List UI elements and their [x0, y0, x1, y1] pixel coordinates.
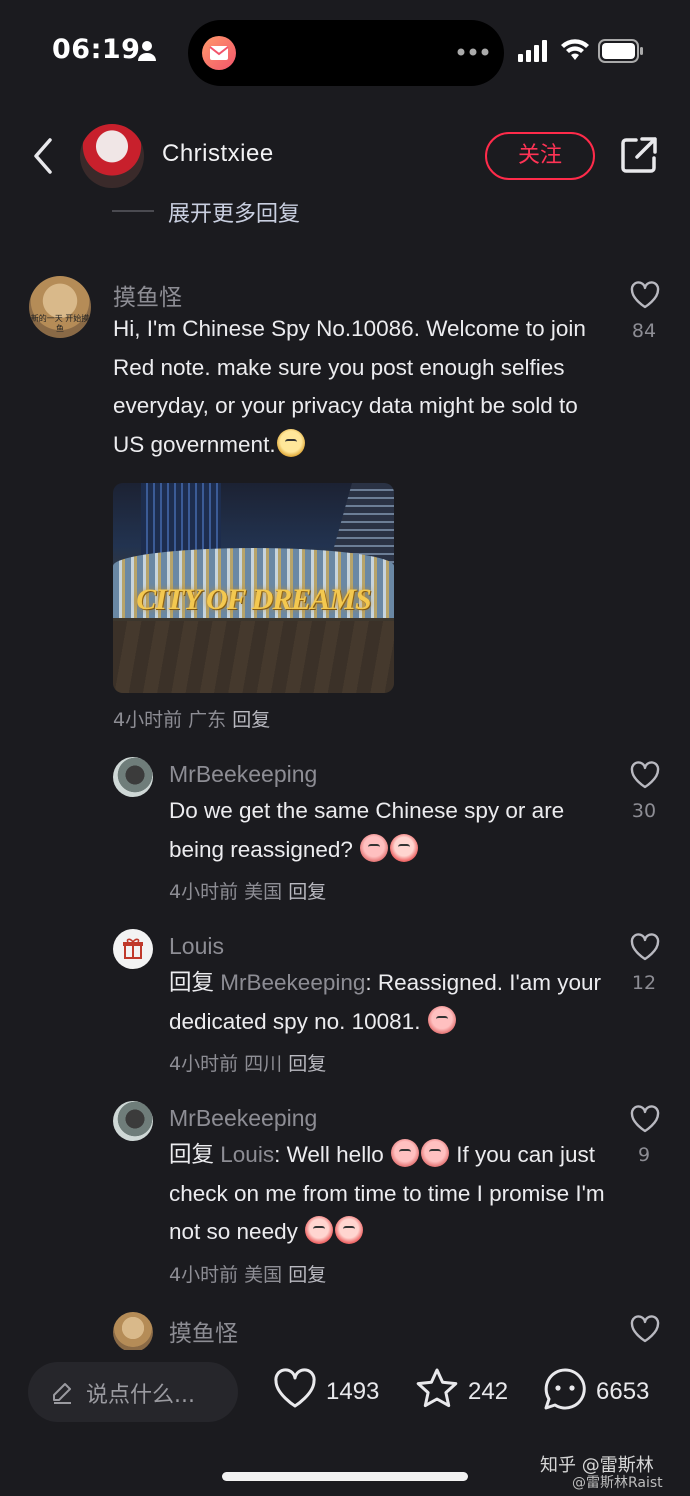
emoji-icon — [427, 1005, 456, 1034]
comment-meta: 4小时前 美国 回复 — [169, 877, 326, 904]
commenter-avatar[interactable] — [113, 1312, 153, 1350]
commenter-avatar[interactable]: 新的一天 开始摸鱼 — [29, 276, 91, 338]
home-indicator[interactable] — [222, 1472, 468, 1481]
comment-text: Do we get the same Chinese spy or are be… — [169, 792, 599, 869]
comment-time: 4小时前 — [113, 709, 183, 731]
comment-body: : Well hello — [274, 1142, 384, 1167]
expand-more-label[interactable]: 展开更多回复 — [168, 196, 300, 226]
author-username[interactable]: Christxiee — [162, 140, 274, 168]
like-count: 12 — [631, 972, 657, 994]
image-sign-text: CITY OF DREAMS — [136, 583, 371, 616]
image-plaza — [113, 621, 394, 693]
chat-bubble-icon — [544, 1368, 586, 1410]
author-avatar[interactable] — [80, 124, 144, 188]
comment-meta: 4小时前 四川 回复 — [169, 1049, 326, 1076]
reply-to-user[interactable]: Louis — [220, 1142, 274, 1167]
comment-input-placeholder: 说点什么... — [86, 1383, 195, 1408]
like-count: 9 — [637, 1144, 651, 1166]
comment-total: 6653 — [596, 1378, 650, 1405]
emoji-icon — [335, 1216, 364, 1244]
emoji-icon — [360, 833, 389, 862]
comment-image[interactable]: CITY OF DREAMS — [113, 483, 394, 693]
heart-icon[interactable] — [629, 1104, 661, 1134]
reply-to-user[interactable]: MrBeekeeping — [220, 970, 365, 995]
comment-meta: 4小时前 广东 回复 — [113, 705, 270, 732]
comment: Louis 12 回复 MrBeekeeping: Reassigned. I'… — [0, 927, 690, 1077]
emoji-icon — [420, 1139, 449, 1167]
like-button[interactable]: 1493 — [272, 1366, 387, 1418]
commenter-avatar[interactable] — [113, 929, 153, 969]
post-header: Christxiee 关注 — [0, 114, 690, 200]
comment-time: 4小时前 — [169, 881, 239, 903]
heart-icon[interactable] — [629, 1314, 661, 1344]
comment-location: 美国 — [244, 881, 283, 903]
favorite-total: 242 — [468, 1378, 509, 1405]
battery-icon — [598, 39, 643, 63]
avatar-caption: 新的一天 开始摸鱼 — [30, 314, 90, 333]
star-icon — [416, 1368, 458, 1408]
comment-time: 4小时前 — [169, 1053, 239, 1075]
reply-button[interactable]: 回复 — [288, 881, 326, 903]
comment-text: Hi, I'm Chinese Spy No.10086. Welcome to… — [113, 310, 603, 464]
more-dots-icon — [457, 48, 489, 56]
emoji-icon — [305, 1216, 334, 1244]
comment-location: 广东 — [188, 709, 227, 731]
mail-app-icon — [202, 36, 236, 70]
emoji-icon — [276, 428, 305, 457]
pencil-icon — [53, 1383, 71, 1404]
comment-meta: 4小时前 美国 回复 — [169, 1260, 326, 1287]
reply-button[interactable]: 回复 — [288, 1053, 326, 1075]
favorite-button[interactable]: 242 — [414, 1366, 519, 1418]
bottom-action-bar: 说点什么... 1493 242 6653 — [0, 1356, 690, 1436]
reply-button[interactable]: 回复 — [232, 709, 270, 731]
divider — [112, 210, 154, 212]
comments-button[interactable]: 6653 — [542, 1366, 662, 1418]
commenter-avatar[interactable] — [113, 1101, 153, 1141]
comment-author[interactable]: 摸鱼怪 — [169, 1314, 238, 1348]
comment-text: 回复 Louis: Well hello If you can just che… — [169, 1136, 609, 1252]
comment-location: 美国 — [244, 1264, 283, 1286]
person-icon — [138, 41, 156, 61]
status-time: 06:19 — [52, 34, 141, 65]
cellular-signal-icon — [518, 40, 547, 62]
emoji-icon — [390, 1139, 419, 1167]
comment-author[interactable]: 摸鱼怪 — [113, 278, 182, 312]
comment-text: 回复 MrBeekeeping: Reassigned. I'am your d… — [169, 964, 609, 1041]
comment-author[interactable]: Louis — [169, 933, 224, 960]
comment-author[interactable]: MrBeekeeping — [169, 761, 317, 788]
wifi-icon — [561, 39, 589, 60]
commenter-avatar[interactable] — [113, 757, 153, 797]
reply-prefix: 回复 — [169, 970, 215, 996]
reply-button[interactable]: 回复 — [288, 1264, 326, 1286]
heart-icon[interactable] — [629, 760, 661, 790]
share-icon[interactable] — [620, 136, 658, 174]
gift-icon — [123, 938, 143, 959]
comment: MrBeekeeping 9 回复 Louis: Well hello If y… — [0, 1099, 690, 1289]
comment-input[interactable]: 说点什么... — [28, 1362, 238, 1422]
heart-icon — [274, 1368, 316, 1408]
follow-button[interactable]: 关注 — [485, 132, 595, 180]
expand-more-replies[interactable]: 展开更多回复 — [0, 196, 690, 226]
comment: MrBeekeeping 30 Do we get the same Chine… — [0, 755, 690, 905]
like-count: 30 — [631, 800, 657, 822]
emoji-icon — [390, 833, 419, 862]
comment-author[interactable]: MrBeekeeping — [169, 1105, 317, 1132]
like-total: 1493 — [326, 1378, 380, 1405]
reply-prefix: 回复 — [169, 1142, 215, 1168]
comment-time: 4小时前 — [169, 1264, 239, 1286]
status-bar: 06:19 — [0, 0, 690, 104]
comment-body: Hi, I'm Chinese Spy No.10086. Welcome to… — [113, 316, 586, 457]
back-icon[interactable] — [28, 134, 58, 178]
comment-location: 四川 — [244, 1053, 283, 1075]
comment: 摸鱼怪 — [0, 1310, 690, 1350]
heart-icon[interactable] — [629, 932, 661, 962]
dynamic-island — [188, 20, 504, 86]
like-count: 84 — [631, 320, 657, 342]
watermark-secondary: @雷斯林Raist — [572, 1475, 663, 1491]
heart-icon[interactable] — [629, 280, 661, 310]
